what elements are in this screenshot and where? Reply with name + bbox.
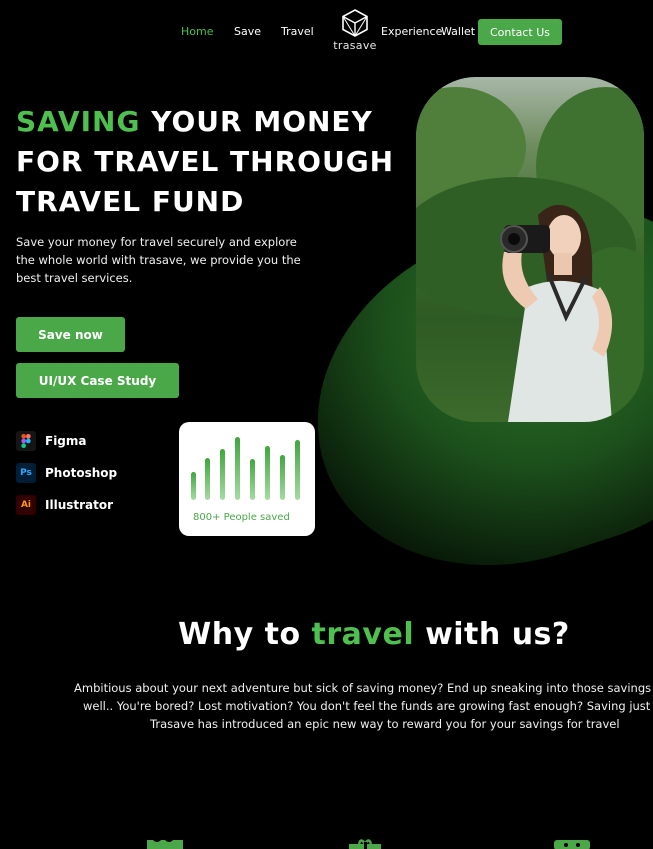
cube-logo-icon	[342, 9, 368, 37]
bar-graph-icon	[191, 437, 300, 500]
traveler-photo-illustration	[416, 87, 644, 422]
why-title-after: with us?	[425, 617, 570, 652]
why-title-highlight: travel	[311, 617, 415, 652]
why-title-before: Why to	[178, 617, 301, 652]
nav-experience[interactable]: Experience	[381, 25, 442, 38]
photoshop-icon: Ps	[16, 463, 36, 483]
why-section-title: Why to travel with us?	[0, 617, 653, 652]
why-text-line-2: well.. You're bored? Lost motivation? Yo…	[83, 699, 653, 713]
hero-title: SAVING YOUR MONEY FOR TRAVEL THROUGH TRA…	[16, 102, 406, 222]
people-saved-label: 800+ People saved	[193, 512, 290, 523]
why-text-line-3: Trasave has introduced an epic new way t…	[150, 717, 620, 731]
nav-save[interactable]: Save	[234, 25, 261, 38]
hero-title-highlight: SAVING	[16, 105, 141, 138]
nav-home[interactable]: Home	[181, 25, 213, 38]
people-saved-card: 800+ People saved	[179, 422, 315, 536]
tool-label: Photoshop	[45, 466, 118, 480]
figma-icon	[16, 431, 36, 451]
contact-us-button[interactable]: Contact Us	[478, 19, 562, 45]
save-now-button[interactable]: Save now	[16, 317, 125, 352]
tool-photoshop: Ps Photoshop	[16, 463, 117, 483]
tool-label: Figma	[45, 434, 87, 448]
brand-logo[interactable]: trasave	[330, 8, 380, 52]
illustrator-icon: Ai	[16, 495, 36, 515]
wallet-icon	[552, 835, 592, 849]
tool-illustrator: Ai Illustrator	[16, 495, 113, 515]
hero-description: Save your money for travel securely and …	[16, 235, 301, 285]
tool-figma: Figma	[16, 431, 87, 451]
nav-wallet[interactable]: Wallet	[441, 25, 475, 38]
brand-name: trasave	[333, 39, 377, 52]
gift-icon	[345, 835, 385, 849]
why-text-line-1: Ambitious about your next adventure but …	[74, 681, 653, 695]
top-nav: Home Save Travel trasave Experience Wall…	[0, 0, 653, 60]
tool-label: Illustrator	[45, 498, 114, 512]
nav-travel[interactable]: Travel	[281, 25, 314, 38]
ticket-icon	[145, 835, 185, 849]
traveler-photo	[416, 77, 644, 422]
case-study-button[interactable]: UI/UX Case Study	[16, 363, 179, 398]
